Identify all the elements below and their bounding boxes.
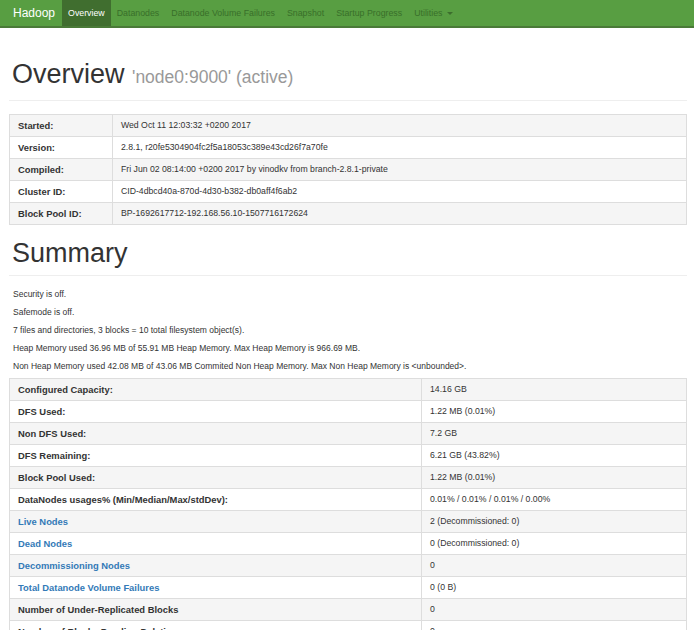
stats-label: Total Datanode Volume Failures bbox=[10, 577, 422, 599]
stats-row: Live Nodes 2 (Decommissioned: 0) bbox=[10, 511, 687, 533]
stats-value: 2 (Decommissioned: 0) bbox=[422, 511, 687, 533]
summary-stats-table: Configured Capacity:14.16 GBDFS Used:1.2… bbox=[9, 378, 687, 630]
info-label: Compiled: bbox=[10, 159, 113, 181]
stats-row: DFS Used:1.22 MB (0.01%) bbox=[10, 401, 687, 423]
stats-value: 6.21 GB (43.82%) bbox=[422, 445, 687, 467]
stats-value: 0 bbox=[422, 621, 687, 630]
stats-row: Total Datanode Volume Failures 0 (0 B) bbox=[10, 577, 687, 599]
page-subtitle: 'node0:9000' (active) bbox=[132, 67, 293, 87]
stats-value: 7.2 GB bbox=[422, 423, 687, 445]
stats-label: Non DFS Used: bbox=[10, 423, 422, 445]
stats-label: DFS Used: bbox=[10, 401, 422, 423]
stats-row: Configured Capacity:14.16 GB bbox=[10, 379, 687, 401]
stats-row: Number of Under-Replicated Blocks0 bbox=[10, 599, 687, 621]
stats-value: 0 (0 B) bbox=[422, 577, 687, 599]
cluster-info-table: Started:Wed Oct 11 12:03:32 +0200 2017Ve… bbox=[9, 114, 687, 225]
stats-label: Number of Under-Replicated Blocks bbox=[10, 599, 422, 621]
stats-value: 0 bbox=[422, 599, 687, 621]
info-value: 2.8.1, r20fe5304904fc2f5a18053c389e43cd2… bbox=[113, 137, 687, 159]
stats-row: Non DFS Used:7.2 GB bbox=[10, 423, 687, 445]
stats-label: Live Nodes bbox=[10, 511, 422, 533]
info-row: Started:Wed Oct 11 12:03:32 +0200 2017 bbox=[10, 115, 687, 137]
nav-item-utilities[interactable]: Utilities bbox=[408, 0, 458, 26]
stats-row: Dead Nodes 0 (Decommissioned: 0) bbox=[10, 533, 687, 555]
summary-note: Security is off. bbox=[13, 288, 687, 300]
nav-item-datanode-volume-failures[interactable]: Datanode Volume Failures bbox=[165, 0, 281, 26]
stats-label: DataNodes usages% (Min/Median/Max/stdDev… bbox=[10, 489, 422, 511]
stats-link-live-nodes[interactable]: Live Nodes bbox=[18, 516, 68, 527]
nav-item-overview[interactable]: Overview bbox=[62, 0, 111, 26]
info-label: Block Pool ID: bbox=[10, 203, 113, 225]
nav-item-label: Utilities bbox=[414, 8, 442, 18]
info-row: Compiled:Fri Jun 02 08:14:00 +0200 2017 … bbox=[10, 159, 687, 181]
stats-label: Block Pool Used: bbox=[10, 467, 422, 489]
summary-note: Heap Memory used 36.96 MB of 55.91 MB He… bbox=[13, 342, 687, 354]
stats-link-decommissioning-nodes[interactable]: Decommissioning Nodes bbox=[18, 560, 130, 571]
stats-value: 1.22 MB (0.01%) bbox=[422, 401, 687, 423]
stats-label: Decommissioning Nodes bbox=[10, 555, 422, 577]
nav-item-label: Datanode Volume Failures bbox=[171, 8, 275, 18]
nav-item-datanodes[interactable]: Datanodes bbox=[111, 0, 166, 26]
stats-row: Block Pool Used:1.22 MB (0.01%) bbox=[10, 467, 687, 489]
stats-label: Number of Blocks Pending Deletion bbox=[10, 621, 422, 630]
summary-title: Summary bbox=[12, 238, 687, 268]
stats-row: DataNodes usages% (Min/Median/Max/stdDev… bbox=[10, 489, 687, 511]
summary-notes: Security is off. Safemode is off. 7 files … bbox=[13, 288, 687, 372]
info-value: Wed Oct 11 12:03:32 +0200 2017 bbox=[113, 115, 687, 137]
stats-label: Configured Capacity: bbox=[10, 379, 422, 401]
divider bbox=[9, 100, 687, 101]
stats-row: Number of Blocks Pending Deletion0 bbox=[10, 621, 687, 630]
stats-value: 0.01% / 0.01% / 0.01% / 0.00% bbox=[422, 489, 687, 511]
stats-row: Decommissioning Nodes 0 bbox=[10, 555, 687, 577]
stats-value: 0 (Decommissioned: 0) bbox=[422, 533, 687, 555]
summary-note: Safemode is off. bbox=[13, 306, 687, 318]
nav-item-snapshot[interactable]: Snapshot bbox=[281, 0, 330, 26]
info-label: Version: bbox=[10, 137, 113, 159]
info-value: Fri Jun 02 08:14:00 +0200 2017 by vinodk… bbox=[113, 159, 687, 181]
stats-row: DFS Remaining:6.21 GB (43.82%) bbox=[10, 445, 687, 467]
nav-item-label: Startup Progress bbox=[336, 8, 402, 18]
divider bbox=[9, 275, 687, 276]
stats-link-total-datanode-volume-failures[interactable]: Total Datanode Volume Failures bbox=[18, 582, 159, 593]
info-label: Started: bbox=[10, 115, 113, 137]
stats-link-dead-nodes[interactable]: Dead Nodes bbox=[18, 538, 72, 549]
caret-down-icon bbox=[447, 12, 453, 15]
page-title-text: Overview bbox=[12, 59, 125, 89]
navbar: Hadoop Overview Datanodes Datanode Volume … bbox=[0, 0, 694, 28]
brand-hadoop[interactable]: Hadoop bbox=[0, 0, 62, 26]
info-row: Version:2.8.1, r20fe5304904fc2f5a18053c3… bbox=[10, 137, 687, 159]
summary-note: 7 files and directories, 3 blocks = 10 t… bbox=[13, 324, 687, 336]
info-value: CID-4dbcd40a-870d-4d30-b382-db0aff4f6ab2 bbox=[113, 181, 687, 203]
nav-item-label: Overview bbox=[68, 8, 105, 18]
info-value: BP-1692617712-192.168.56.10-150771617262… bbox=[113, 203, 687, 225]
nav-item-label: Datanodes bbox=[117, 8, 160, 18]
info-label: Cluster ID: bbox=[10, 181, 113, 203]
stats-label: Dead Nodes bbox=[10, 533, 422, 555]
nav-item-startup-progress[interactable]: Startup Progress bbox=[330, 0, 408, 26]
main-content: Overview 'node0:9000' (active) Started:W… bbox=[9, 59, 687, 630]
stats-label: DFS Remaining: bbox=[10, 445, 422, 467]
nav-menu: Overview Datanodes Datanode Volume Failure… bbox=[62, 0, 458, 26]
info-row: Block Pool ID:BP-1692617712-192.168.56.1… bbox=[10, 203, 687, 225]
stats-value: 0 bbox=[422, 555, 687, 577]
stats-value: 1.22 MB (0.01%) bbox=[422, 467, 687, 489]
stats-value: 14.16 GB bbox=[422, 379, 687, 401]
summary-note: Non Heap Memory used 42.08 MB of 43.06 M… bbox=[13, 360, 687, 372]
page-title: Overview 'node0:9000' (active) bbox=[12, 59, 687, 92]
info-row: Cluster ID:CID-4dbcd40a-870d-4d30-b382-d… bbox=[10, 181, 687, 203]
nav-item-label: Snapshot bbox=[287, 8, 324, 18]
